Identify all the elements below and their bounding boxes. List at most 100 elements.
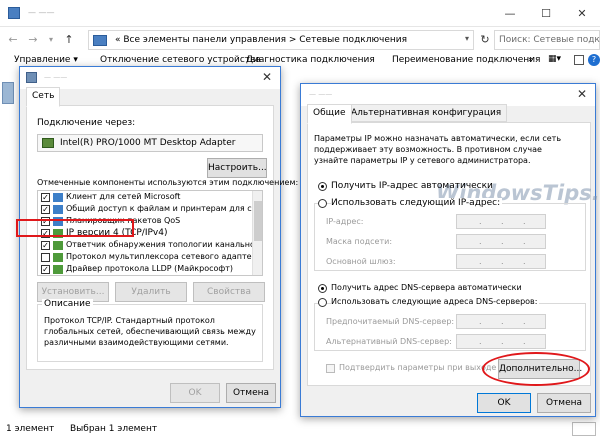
- address-input[interactable]: « Все элементы панели управления > Сетев…: [88, 30, 474, 50]
- ipv4-titlebar: — —— ✕: [301, 84, 595, 106]
- refresh-icon[interactable]: ↻: [476, 30, 494, 50]
- alternate-dns-label: Альтернативный DNS-сервер:: [326, 337, 452, 346]
- component-label: Протокол мультиплексора сетевого адаптер…: [66, 252, 263, 261]
- component-label: Ответчик обнаружения топологии канальног…: [66, 240, 263, 249]
- component-row[interactable]: Протокол мультиплексора сетевого адаптер…: [38, 252, 262, 264]
- list-scroll-thumb[interactable]: [254, 201, 262, 241]
- tab-alternate-config[interactable]: Альтернативная конфигурация: [345, 104, 508, 122]
- manual-dns-radio[interactable]: [318, 298, 327, 307]
- adapter-name: Intel(R) PRO/1000 MT Desktop Adapter: [60, 138, 236, 148]
- manual-dns-label[interactable]: Использовать следующие адреса DNS-сервер…: [331, 297, 540, 306]
- subnet-mask-label: Маска подсети:: [326, 237, 393, 246]
- list-scrollbar[interactable]: [252, 191, 262, 275]
- forward-arrow-icon[interactable]: →: [26, 33, 40, 47]
- protocol-icon: [53, 253, 63, 262]
- more-commands-button[interactable]: »: [528, 55, 534, 65]
- minimize-icon[interactable]: —: [492, 0, 528, 27]
- component-row[interactable]: ✓ Клиент для сетей Microsoft: [38, 192, 254, 204]
- control-panel-icon: [93, 35, 107, 46]
- gateway-field[interactable]: ...: [456, 254, 546, 269]
- help-icon[interactable]: ?: [588, 54, 600, 66]
- up-arrow-icon[interactable]: ↑: [62, 33, 76, 47]
- props-cancel-button[interactable]: Отмена: [226, 383, 276, 403]
- advanced-highlight-circle: [482, 352, 590, 386]
- window-title: — ——: [28, 8, 55, 17]
- component-checkbox[interactable]: ✓: [41, 205, 50, 214]
- ip-address-label: IP-адрес:: [326, 217, 364, 226]
- ipv4-close-icon[interactable]: ✕: [577, 87, 587, 101]
- props-titlebar: — —— ✕: [20, 67, 280, 89]
- description-text: Протокол TCP/IP. Стандартный протокол гл…: [44, 316, 256, 347]
- ipv4-cancel-button[interactable]: Отмена: [537, 393, 591, 413]
- address-dropdown-icon[interactable]: ▾: [465, 34, 469, 43]
- preview-pane-icon[interactable]: [574, 55, 584, 65]
- props-close-icon[interactable]: ✕: [262, 70, 272, 84]
- components-label: Отмеченные компоненты используются этим …: [37, 178, 299, 187]
- component-label: Общий доступ к файлам и принтерам для се…: [66, 204, 263, 213]
- auto-dns-radio[interactable]: [318, 284, 327, 293]
- component-row[interactable]: ✓ Общий доступ к файлам и принтерам для …: [38, 204, 262, 216]
- protocol-icon: [53, 241, 63, 250]
- component-checkbox[interactable]: ✓: [41, 265, 50, 274]
- recent-chevron-icon[interactable]: ▾: [44, 33, 58, 47]
- protocol-icon: [53, 265, 63, 274]
- auto-ip-radio[interactable]: [318, 182, 327, 191]
- adapter-field: Intel(R) PRO/1000 MT Desktop Adapter: [37, 134, 263, 152]
- subnet-mask-field[interactable]: ...: [456, 234, 546, 249]
- props-title: — ——: [44, 73, 68, 81]
- network-connection-icon[interactable]: [2, 82, 14, 104]
- component-label: Клиент для сетей Microsoft: [66, 192, 181, 201]
- preferred-dns-label: Предпочитаемый DNS-сервер:: [326, 317, 455, 326]
- component-checkbox[interactable]: ✓: [41, 193, 50, 202]
- maximize-icon[interactable]: ☐: [528, 0, 564, 27]
- configure-button[interactable]: Настроить...: [207, 158, 267, 178]
- search-input[interactable]: Поиск: Сетевые подклю: [494, 30, 600, 50]
- props-tab-panel: Подключение через: Intel(R) PRO/1000 MT …: [26, 105, 298, 370]
- ipv4-properties-dialog: — —— ✕ Общие Альтернативная конфигурация…: [300, 83, 600, 417]
- alternate-dns-field[interactable]: ...: [456, 334, 546, 349]
- description-title: Описание: [42, 299, 93, 309]
- remove-button[interactable]: Удалить: [115, 282, 187, 302]
- gateway-label: Основной шлюз:: [326, 257, 396, 266]
- manual-ip-label[interactable]: Использовать следующий IP-адрес:: [331, 198, 503, 208]
- address-path: « Все элементы панели управления > Сетев…: [115, 35, 408, 45]
- close-icon[interactable]: ✕: [564, 0, 600, 27]
- selected-count: Выбран 1 элемент: [70, 424, 158, 434]
- tab-network[interactable]: Сеть: [26, 87, 61, 107]
- component-label: Драйвер протокола LLDP (Майкрософт): [66, 264, 234, 273]
- manual-ip-radio[interactable]: [318, 199, 327, 208]
- address-bar: ← → ▾ ↑ « Все элементы панели управления…: [0, 28, 600, 52]
- diagnose-button[interactable]: Диагностика подключения: [246, 55, 375, 65]
- component-row[interactable]: ✓ Ответчик обнаружения топологии канальн…: [38, 240, 262, 252]
- details-view-icon[interactable]: [572, 422, 596, 436]
- ipv4-title: — ——: [309, 90, 333, 98]
- ipv4-tab-panel: Параметры IP можно назначать автоматичес…: [307, 122, 600, 386]
- component-checkbox[interactable]: [41, 253, 50, 262]
- preferred-dns-field[interactable]: ...: [456, 314, 546, 329]
- component-row[interactable]: ✓ Драйвер протокола LLDP (Майкрософт): [38, 264, 254, 275]
- organize-menu[interactable]: Управление ▾: [14, 55, 78, 65]
- props-ok-button[interactable]: OK: [170, 383, 220, 403]
- intro-text: Параметры IP можно назначать автоматичес…: [314, 134, 562, 165]
- validate-checkbox[interactable]: [326, 364, 335, 373]
- ip-address-field[interactable]: ...: [456, 214, 546, 229]
- view-options-icon[interactable]: ▦▾: [548, 54, 570, 68]
- auto-dns-label[interactable]: Получить адрес DNS-сервера автоматически: [331, 283, 522, 292]
- description-group: Описание Протокол TCP/IP. Стандартный пр…: [37, 299, 263, 362]
- disconnect-button[interactable]: Отключение сетевого устройства: [100, 55, 261, 65]
- search-placeholder: Поиск: Сетевые подклю: [499, 35, 600, 45]
- network-adapter-icon: [42, 138, 54, 148]
- network-service-icon: [53, 205, 63, 214]
- connection-properties-dialog: — —— ✕ Сеть Подключение через: Intel(R) …: [19, 66, 298, 408]
- validate-label[interactable]: Подтвердить параметры при выходе: [339, 363, 496, 372]
- back-arrow-icon[interactable]: ←: [6, 33, 20, 47]
- rename-button[interactable]: Переименование подключения: [392, 55, 540, 65]
- auto-ip-label[interactable]: Получить IP-адрес автоматически: [331, 181, 493, 191]
- component-checkbox[interactable]: ✓: [41, 241, 50, 250]
- network-client-icon: [53, 193, 63, 202]
- tab-general[interactable]: Общие: [307, 104, 352, 124]
- item-count: 1 элемент: [6, 424, 55, 434]
- explorer-titlebar: — —— — ☐ ✕: [0, 0, 600, 27]
- ipv4-ok-button[interactable]: OK: [477, 393, 531, 413]
- properties-button[interactable]: Свойства: [193, 282, 265, 302]
